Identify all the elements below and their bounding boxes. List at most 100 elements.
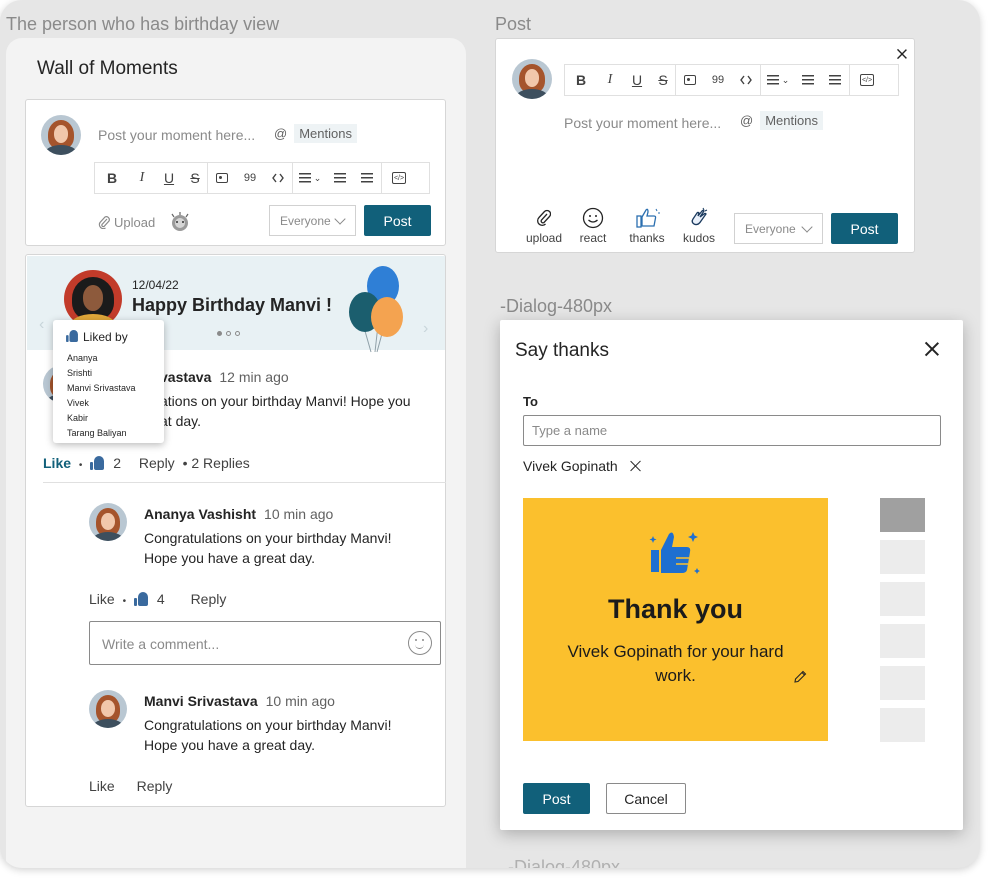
chevron-down-icon — [334, 213, 346, 225]
bullet-list-icon[interactable] — [795, 65, 821, 95]
chevron-down-icon — [801, 221, 813, 233]
recipient-chip: Vivek Gopinath — [523, 458, 642, 474]
image-icon[interactable] — [208, 163, 236, 193]
like-button[interactable]: Like — [89, 591, 115, 607]
liked-by-name: Manvi Srivastava — [67, 383, 136, 393]
page-title: Wall of Moments — [37, 58, 178, 79]
underline-button[interactable]: U — [623, 65, 651, 95]
formatting-toolbar: B I U S 99 ⌄ </> — [94, 162, 430, 194]
reply-actions: Like Reply — [89, 778, 172, 794]
liked-by-name: Tarang Baliyan — [67, 428, 127, 438]
to-input[interactable]: Type a name — [523, 415, 941, 446]
like-button[interactable]: Like — [43, 455, 71, 471]
post-input[interactable]: Post your moment here... — [564, 115, 721, 131]
image-icon[interactable] — [676, 65, 704, 95]
caption-dialog: -Dialog-480px — [500, 296, 613, 316]
thank-you-card: Thank you Vivek Gopinath for your hard w… — [523, 498, 828, 741]
at-icon: @ — [740, 113, 754, 128]
avatar — [89, 690, 127, 728]
replies-count[interactable]: • 2 Replies — [183, 455, 250, 471]
post-button[interactable]: Post — [831, 213, 898, 244]
reply-body: Congratulations on your birthday Manvi! … — [144, 717, 392, 753]
carousel-next-icon[interactable]: › — [423, 320, 428, 338]
code-icon[interactable] — [264, 163, 292, 193]
quote-icon[interactable]: 99 — [236, 163, 264, 193]
to-placeholder: Type a name — [532, 423, 608, 438]
carousel-prev-icon[interactable]: ‹ — [39, 316, 44, 334]
strikethrough-button[interactable]: S — [183, 163, 207, 193]
caption-post: Post — [495, 14, 532, 34]
avatar — [89, 503, 127, 541]
reply-button[interactable]: Reply — [191, 591, 227, 607]
formatting-toolbar: B I U S 99 ⌄ </> — [564, 64, 899, 96]
mentions-button[interactable]: @ Mentions — [274, 124, 357, 143]
remove-recipient-icon[interactable] — [630, 460, 642, 472]
kudos-action[interactable]: kudos — [676, 207, 722, 245]
card-template-swatch[interactable] — [880, 582, 925, 616]
numbered-list-icon[interactable] — [821, 65, 849, 95]
thumbs-up-icon — [649, 532, 700, 574]
reply-author: Manvi Srivastava 10 min ago — [144, 693, 335, 709]
embed-icon[interactable]: </> — [382, 163, 416, 193]
audience-select[interactable]: Everyone — [734, 213, 823, 244]
post-button[interactable]: Post — [364, 205, 431, 236]
bullet-list-icon[interactable] — [327, 163, 353, 193]
react-action[interactable]: react — [570, 207, 616, 245]
close-icon[interactable] — [924, 341, 940, 357]
audience-select[interactable]: Everyone — [269, 205, 356, 236]
italic-button[interactable]: I — [597, 65, 623, 95]
design-canvas: The person who has birthday view Post -D… — [0, 0, 980, 868]
like-count[interactable]: 4 — [157, 591, 165, 607]
recipient-name: Vivek Gopinath — [523, 458, 618, 474]
card-template-swatch[interactable] — [880, 540, 925, 574]
liked-by-title: Liked by — [65, 329, 128, 344]
composer-card: Post your moment here... @ Mentions B I U… — [25, 99, 446, 246]
card-template-swatch[interactable] — [880, 498, 925, 532]
caption-birthday-view: The person who has birthday view — [6, 14, 280, 34]
mentions-label: Mentions — [760, 111, 823, 130]
comment-input[interactable]: Write a comment... — [89, 621, 441, 665]
like-button[interactable]: Like — [89, 778, 115, 794]
birthday-headline: Happy Birthday Manvi ! — [132, 295, 333, 315]
bold-button[interactable]: B — [95, 163, 129, 193]
clapping-hands-icon — [691, 207, 708, 226]
post-panel: B I U S 99 ⌄ </> Post your moment here..… — [495, 38, 915, 253]
card-template-swatch[interactable] — [880, 624, 925, 658]
like-count[interactable]: 2 — [113, 455, 121, 471]
to-label: To — [523, 394, 538, 409]
cancel-button[interactable]: Cancel — [606, 783, 686, 814]
upload-button[interactable]: Upload — [98, 215, 155, 230]
italic-button[interactable]: I — [129, 163, 155, 193]
strikethrough-button[interactable]: S — [651, 65, 675, 95]
card-title: Thank you — [607, 594, 743, 624]
smile-icon — [582, 207, 604, 229]
quote-icon[interactable]: 99 — [704, 65, 732, 95]
code-icon[interactable] — [732, 65, 760, 95]
birthday-date: 12/04/22 — [132, 278, 179, 292]
align-icon[interactable]: ⌄ — [293, 163, 327, 193]
card-template-swatch[interactable] — [880, 666, 925, 700]
upload-action[interactable]: upload — [521, 207, 567, 245]
emoji-sticker-icon[interactable] — [169, 211, 191, 233]
comment-actions: Like • 2 Reply • 2 Replies — [43, 455, 250, 471]
comment-time: 12 min ago — [219, 369, 289, 385]
underline-button[interactable]: U — [155, 163, 183, 193]
bold-button[interactable]: B — [565, 65, 597, 95]
composer-input[interactable]: Post your moment here... — [98, 127, 255, 143]
dialog-title: Say thanks — [515, 340, 609, 361]
card-template-swatch[interactable] — [880, 708, 925, 742]
emoji-icon[interactable] — [408, 631, 432, 655]
reply-button[interactable]: Reply — [137, 778, 173, 794]
liked-by-name: Ananya — [67, 353, 98, 363]
reply-button[interactable]: Reply — [139, 455, 175, 471]
embed-icon[interactable]: </> — [850, 65, 884, 95]
mentions-button[interactable]: @ Mentions — [740, 111, 823, 130]
numbered-list-icon[interactable] — [353, 163, 381, 193]
post-button[interactable]: Post — [523, 783, 590, 814]
thanks-action[interactable]: thanks — [624, 207, 670, 245]
card-message: Vivek Gopinath for your hard work. — [567, 642, 784, 685]
pencil-icon[interactable] — [793, 670, 807, 684]
align-icon[interactable]: ⌄ — [761, 65, 795, 95]
close-icon[interactable] — [896, 48, 907, 59]
at-icon: @ — [274, 126, 288, 141]
